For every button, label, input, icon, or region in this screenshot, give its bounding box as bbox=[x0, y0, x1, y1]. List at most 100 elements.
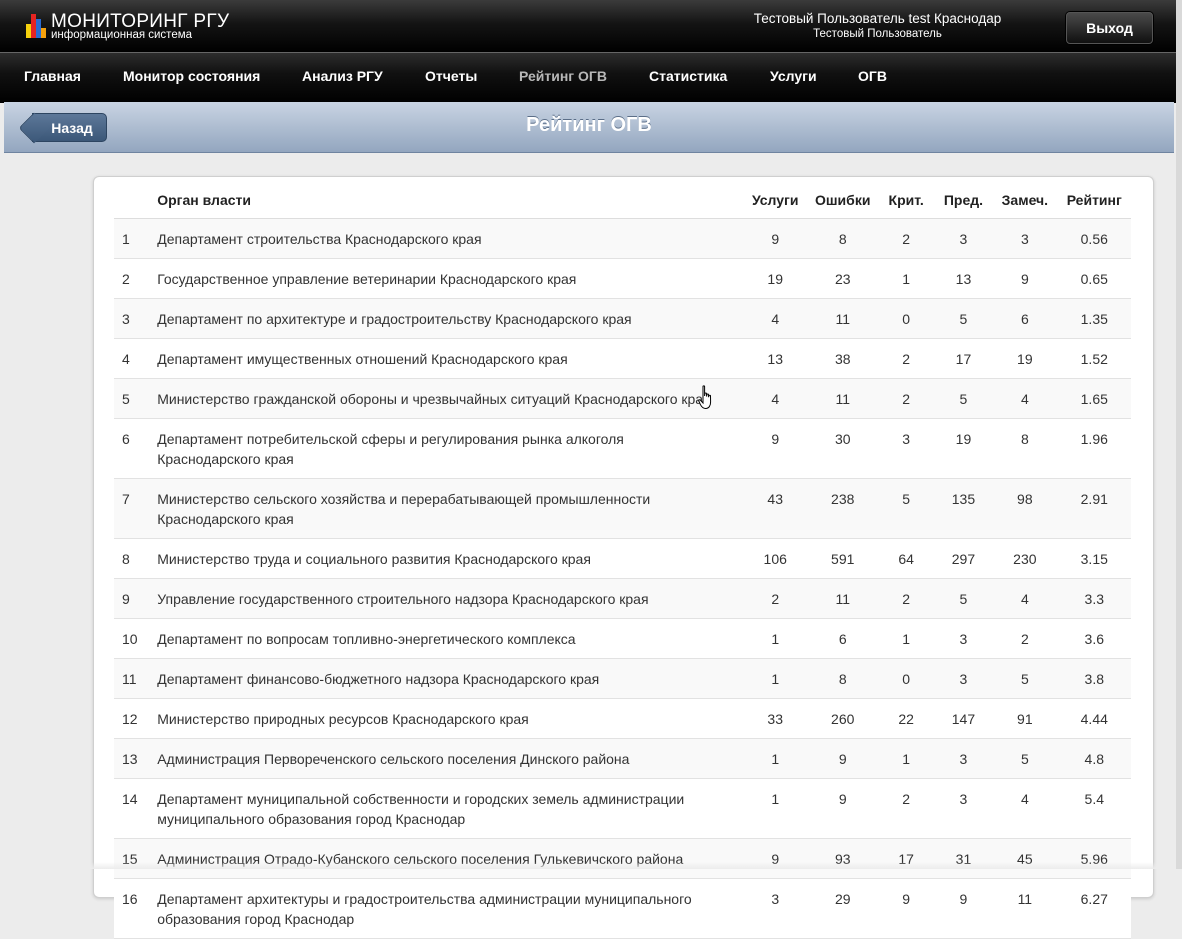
remarks-count: 91 bbox=[992, 698, 1058, 739]
errors-count: 6 bbox=[807, 618, 878, 659]
warnings-count: 5 bbox=[934, 298, 993, 339]
table-row[interactable]: 1 Департамент строительства Краснодарског… bbox=[114, 218, 1131, 259]
authority-name: Администрация Первореченского сельского … bbox=[155, 738, 743, 779]
warnings-count: 5 bbox=[934, 378, 993, 419]
nav-item-statistics[interactable]: Статистика bbox=[649, 68, 727, 84]
col-rating[interactable]: Рейтинг bbox=[1057, 180, 1131, 219]
rating-value: 6.27 bbox=[1057, 878, 1131, 939]
window-edge bbox=[1176, 0, 1182, 869]
errors-count: 30 bbox=[807, 418, 878, 479]
nav-item-services[interactable]: Услуги bbox=[770, 68, 817, 84]
warnings-count: 3 bbox=[934, 778, 993, 839]
critical-count: 2 bbox=[877, 378, 935, 419]
table-row[interactable]: 11 Департамент финансово-бюджетного надзо… bbox=[114, 658, 1131, 699]
services-count: 43 bbox=[742, 478, 808, 539]
authority-name: Департамент архитектуры и градостроитель… bbox=[155, 878, 743, 939]
table-row[interactable]: 15 Администрация Отрадо-Кубанского сельск… bbox=[114, 838, 1131, 879]
authority-name: Департамент потребительской сферы и регу… bbox=[155, 418, 743, 479]
remarks-count: 11 bbox=[992, 878, 1058, 939]
table-row[interactable]: 13 Администрация Первореченского сельског… bbox=[114, 738, 1131, 779]
rating-table-body: 1 Департамент строительства Краснодарског… bbox=[114, 218, 1131, 939]
row-index: 16 bbox=[114, 878, 156, 939]
remarks-count: 5 bbox=[992, 658, 1058, 699]
table-row[interactable]: 6 Департамент потребительской сферы и рег… bbox=[114, 418, 1131, 479]
col-remarks[interactable]: Замеч. bbox=[992, 180, 1058, 219]
table-row[interactable]: 14 Департамент муниципальной собственност… bbox=[114, 778, 1131, 839]
warnings-count: 5 bbox=[934, 578, 993, 619]
row-index: 6 bbox=[114, 418, 156, 479]
services-count: 9 bbox=[742, 838, 808, 879]
remarks-count: 4 bbox=[992, 578, 1058, 619]
logo-subtitle: информационная система bbox=[51, 29, 193, 41]
services-count: 9 bbox=[742, 418, 808, 479]
col-authority[interactable]: Орган власти bbox=[155, 180, 743, 219]
authority-name: Департамент финансово-бюджетного надзора… bbox=[155, 658, 743, 699]
critical-count: 2 bbox=[877, 578, 935, 619]
remarks-count: 6 bbox=[992, 298, 1058, 339]
nav-item-rgu-analysis[interactable]: Анализ РГУ bbox=[302, 68, 383, 84]
row-index: 7 bbox=[114, 478, 156, 539]
rating-value: 5.96 bbox=[1057, 838, 1131, 879]
rating-value: 4.8 bbox=[1057, 738, 1131, 779]
services-count: 1 bbox=[742, 618, 808, 659]
remarks-count: 98 bbox=[992, 478, 1058, 539]
warnings-count: 9 bbox=[934, 878, 993, 939]
nav-item-reports[interactable]: Отчеты bbox=[425, 68, 477, 84]
table-row[interactable]: 4 Департамент имущественных отношений Кра… bbox=[114, 338, 1131, 379]
col-services[interactable]: Услуги bbox=[742, 180, 808, 219]
nav-item-status-monitor[interactable]: Монитор состояния bbox=[123, 68, 260, 84]
critical-count: 1 bbox=[877, 618, 935, 659]
authority-name: Департамент строительства Краснодарского… bbox=[155, 218, 743, 259]
table-row[interactable]: 10 Департамент по вопросам топливно-энерг… bbox=[114, 618, 1131, 659]
table-row[interactable]: 12 Министерство природных ресурсов Красно… bbox=[114, 698, 1131, 739]
services-count: 13 bbox=[742, 338, 808, 379]
nav-item-ogv-rating[interactable]: Рейтинг ОГВ bbox=[519, 68, 607, 84]
authority-name: Министерство сельского хозяйства и перер… bbox=[155, 478, 743, 539]
row-index: 5 bbox=[114, 378, 156, 419]
errors-count: 591 bbox=[807, 538, 878, 579]
row-index: 8 bbox=[114, 538, 156, 579]
nav-item-ogv[interactable]: ОГВ bbox=[858, 68, 887, 84]
remarks-count: 3 bbox=[992, 218, 1058, 259]
col-critical[interactable]: Крит. bbox=[877, 180, 935, 219]
critical-count: 5 bbox=[877, 478, 935, 539]
authority-name: Департамент по вопросам топливно-энергет… bbox=[155, 618, 743, 659]
rating-value: 5.4 bbox=[1057, 778, 1131, 839]
top-bar: МОНИТОРИНГ РГУ информационная система Те… bbox=[0, 0, 1182, 52]
rating-value: 0.65 bbox=[1057, 258, 1131, 299]
services-count: 33 bbox=[742, 698, 808, 739]
rating-value: 0.56 bbox=[1057, 218, 1131, 259]
services-count: 1 bbox=[742, 738, 808, 779]
row-index: 3 bbox=[114, 298, 156, 339]
table-row[interactable]: 5 Министерство гражданской обороны и чрез… bbox=[114, 378, 1131, 419]
table-row[interactable]: 9 Управление государственного строительно… bbox=[114, 578, 1131, 619]
services-count: 2 bbox=[742, 578, 808, 619]
rating-value: 2.91 bbox=[1057, 478, 1131, 539]
services-count: 3 bbox=[742, 878, 808, 939]
critical-count: 2 bbox=[877, 218, 935, 259]
remarks-count: 45 bbox=[992, 838, 1058, 879]
rating-value: 1.52 bbox=[1057, 338, 1131, 379]
errors-count: 8 bbox=[807, 218, 878, 259]
services-count: 1 bbox=[742, 658, 808, 699]
row-index: 15 bbox=[114, 838, 156, 879]
row-index: 12 bbox=[114, 698, 156, 739]
col-errors[interactable]: Ошибки bbox=[807, 180, 878, 219]
table-row[interactable]: 7 Министерство сельского хозяйства и пере… bbox=[114, 478, 1131, 539]
remarks-count: 8 bbox=[992, 418, 1058, 479]
rating-value: 1.96 bbox=[1057, 418, 1131, 479]
table-row[interactable]: 2 Государственное управление ветеринарии … bbox=[114, 258, 1131, 299]
table-header-row: Орган власти Услуги Ошибки Крит. Пред. З… bbox=[114, 180, 1131, 219]
table-row[interactable]: 16 Департамент архитектуры и градостроите… bbox=[114, 878, 1131, 939]
critical-count: 64 bbox=[877, 538, 935, 579]
col-warnings[interactable]: Пред. bbox=[934, 180, 993, 219]
rating-value: 3.3 bbox=[1057, 578, 1131, 619]
logout-button[interactable]: Выход bbox=[1066, 12, 1153, 44]
remarks-count: 19 bbox=[992, 338, 1058, 379]
warnings-count: 135 bbox=[934, 478, 993, 539]
table-row[interactable]: 3 Департамент по архитектуре и градострои… bbox=[114, 298, 1131, 339]
table-row[interactable]: 8 Министерство труда и социального развит… bbox=[114, 538, 1131, 579]
nav-item-home[interactable]: Главная bbox=[24, 68, 81, 84]
remarks-count: 4 bbox=[992, 778, 1058, 839]
critical-count: 9 bbox=[877, 878, 935, 939]
